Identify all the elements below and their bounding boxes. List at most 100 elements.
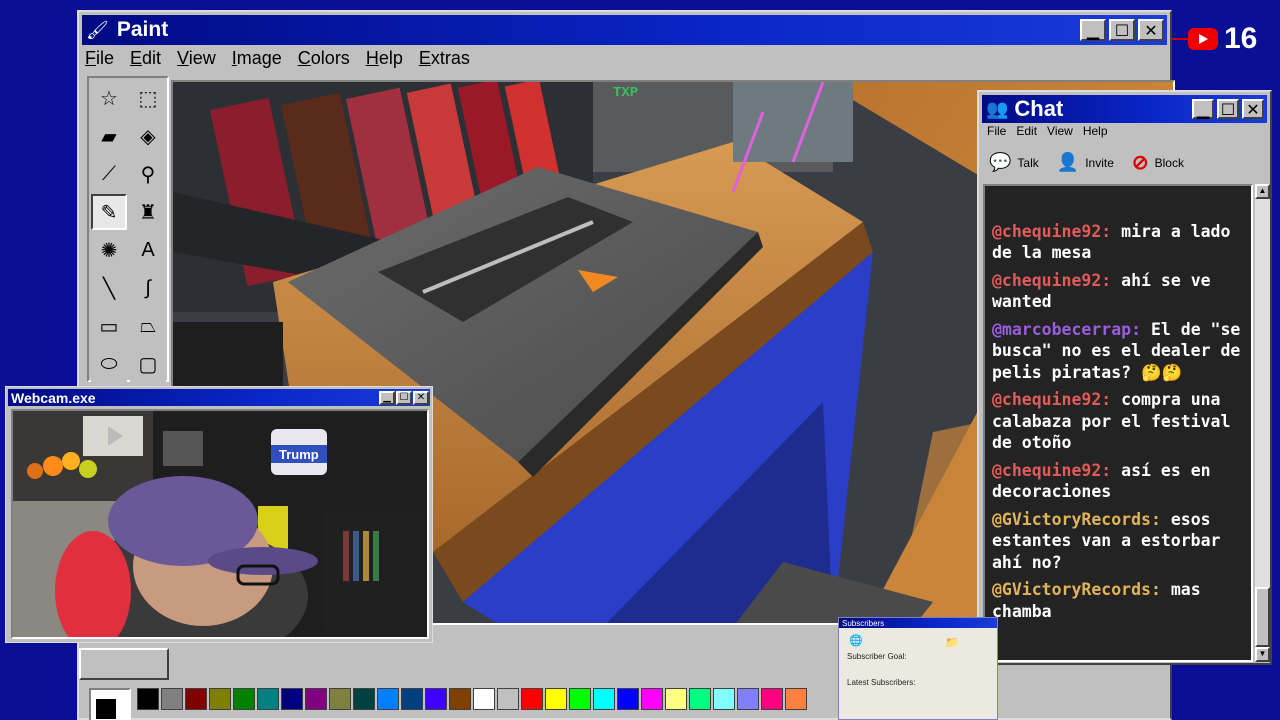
palette-swatch[interactable]: [521, 688, 543, 710]
tool-rect-select[interactable]: ⬚: [130, 80, 166, 116]
chat-message: @chequine92: compra una calabaza por el …: [985, 389, 1251, 454]
tool-magnifier[interactable]: ⚲: [130, 156, 166, 192]
badge-line: [1172, 38, 1188, 40]
palette-swatch[interactable]: [497, 688, 519, 710]
block-button[interactable]: ⊘ Block: [1132, 150, 1184, 175]
maximize-button[interactable]: ☐: [1109, 19, 1135, 41]
palette-swatch[interactable]: [449, 688, 471, 710]
palette-swatch[interactable]: [329, 688, 351, 710]
tool-pencil[interactable]: ✎: [91, 194, 127, 230]
chat-message: @marcobecerrap: El de "se busca" no es e…: [985, 319, 1251, 384]
chat-username[interactable]: @GVictoryRecords:: [992, 580, 1161, 599]
paint-titlebar[interactable]: 🖌 Paint ▁ ☐ ✕: [82, 15, 1167, 45]
menu-image[interactable]: Image: [232, 48, 282, 69]
chat-username[interactable]: @chequine92:: [992, 271, 1111, 290]
chat-username[interactable]: @chequine92:: [992, 390, 1111, 409]
chat-menu-file[interactable]: File: [987, 124, 1006, 138]
palette-swatch[interactable]: [473, 688, 495, 710]
palette-swatch[interactable]: [425, 688, 447, 710]
scroll-thumb[interactable]: [1255, 587, 1270, 647]
palette-swatch[interactable]: [737, 688, 759, 710]
close-button[interactable]: ✕: [1138, 19, 1164, 41]
palette-swatch[interactable]: [569, 688, 591, 710]
current-colors[interactable]: [89, 688, 131, 720]
maximize-icon: ☐: [1220, 99, 1236, 119]
palette-swatch[interactable]: [161, 688, 183, 710]
menu-edit[interactable]: Edit: [130, 48, 161, 69]
palette-swatch[interactable]: [401, 688, 423, 710]
menu-colors[interactable]: Colors: [298, 48, 350, 69]
tool-color-picker[interactable]: ⟋: [91, 156, 127, 192]
webcam-minimize-button[interactable]: ▁: [379, 390, 395, 405]
minimize-button[interactable]: ▁: [1080, 19, 1106, 41]
chat-scrollbar[interactable]: ▲ ▼: [1255, 184, 1270, 662]
palette-swatch[interactable]: [641, 688, 663, 710]
chat-username[interactable]: @marcobecerrap:: [992, 320, 1141, 339]
block-label: Block: [1154, 155, 1184, 170]
chat-username[interactable]: @GVictoryRecords:: [992, 510, 1161, 529]
tool-curve[interactable]: ∫: [130, 270, 166, 306]
line-icon: ╲: [102, 277, 116, 300]
chat-close-button[interactable]: ✕: [1242, 99, 1264, 119]
webcam-window: Webcam.exe ▁ ☐ ✕ Trump: [5, 386, 433, 643]
subscriber-goal-label: Subscriber Goal:: [847, 652, 907, 661]
palette-swatch[interactable]: [233, 688, 255, 710]
tool-brush[interactable]: ♜: [130, 194, 166, 230]
subscribers-widget: Subscribers 🌐 📁 Subscriber Goal: Latest …: [838, 617, 998, 720]
webcam-maximize-button[interactable]: ☐: [396, 390, 412, 405]
scroll-up-button[interactable]: ▲: [1255, 184, 1270, 199]
palette-swatch[interactable]: [689, 688, 711, 710]
maximize-icon: ☐: [399, 392, 409, 403]
fill-bucket-icon: ◈: [140, 125, 156, 148]
menu-file[interactable]: File: [85, 48, 114, 69]
palette-swatch[interactable]: [185, 688, 207, 710]
talk-button[interactable]: 💬 Talk: [989, 152, 1039, 173]
chat-menu-view[interactable]: View: [1047, 124, 1073, 138]
palette-swatch[interactable]: [617, 688, 639, 710]
palette-swatch[interactable]: [545, 688, 567, 710]
webcam-titlebar[interactable]: Webcam.exe ▁ ☐ ✕: [8, 389, 430, 406]
menu-extras[interactable]: Extras: [419, 48, 470, 69]
palette-swatch[interactable]: [665, 688, 687, 710]
scroll-down-button[interactable]: ▼: [1255, 647, 1270, 662]
webcam-close-button[interactable]: ✕: [413, 390, 429, 405]
palette-swatch[interactable]: [257, 688, 279, 710]
palette-swatch[interactable]: [377, 688, 399, 710]
tool-line[interactable]: ╲: [91, 270, 127, 306]
palette-swatch[interactable]: [593, 688, 615, 710]
paint-menubar: File Edit View Image Colors Help Extras: [85, 48, 470, 69]
invite-button[interactable]: 👤 Invite: [1057, 152, 1114, 173]
chat-username[interactable]: @chequine92:: [992, 222, 1111, 241]
tool-polygon[interactable]: ⏢: [130, 308, 166, 344]
palette-swatch[interactable]: [137, 688, 159, 710]
chat-username[interactable]: @chequine92:: [992, 461, 1111, 480]
palette-swatch[interactable]: [761, 688, 783, 710]
palette-swatch[interactable]: [305, 688, 327, 710]
palette-swatch[interactable]: [785, 688, 807, 710]
menu-help[interactable]: Help: [366, 48, 403, 69]
tool-rounded-rect[interactable]: ▢: [130, 346, 166, 382]
tool-free-select[interactable]: ☆: [91, 80, 127, 116]
subscribers-title: Subscribers: [842, 618, 885, 628]
tool-ellipse[interactable]: ⬭: [91, 346, 127, 382]
toolbox: ☆ ⬚ ▰ ◈ ⟋ ⚲ ✎ ♜ ✺ A ╲ ∫ ▭ ⏢ ⬭ ▢: [87, 76, 169, 382]
block-icon: ⊘: [1131, 152, 1149, 174]
tool-text[interactable]: A: [130, 232, 166, 268]
tool-eraser[interactable]: ▰: [91, 118, 127, 154]
chat-minimize-button[interactable]: ▁: [1192, 99, 1214, 119]
tool-rectangle[interactable]: ▭: [91, 308, 127, 344]
chat-menu-help[interactable]: Help: [1083, 124, 1108, 138]
tool-fill-bucket[interactable]: ◈: [130, 118, 166, 154]
chat-maximize-button[interactable]: ☐: [1217, 99, 1239, 119]
color-palette: [89, 688, 807, 720]
palette-swatch[interactable]: [281, 688, 303, 710]
palette-swatch[interactable]: [209, 688, 231, 710]
webcam-title: Webcam.exe: [11, 389, 96, 406]
chat-menu-edit[interactable]: Edit: [1016, 124, 1037, 138]
close-icon: ✕: [1246, 99, 1260, 119]
palette-swatch[interactable]: [713, 688, 735, 710]
palette-swatch[interactable]: [353, 688, 375, 710]
menu-view[interactable]: View: [177, 48, 216, 69]
tool-airbrush[interactable]: ✺: [91, 232, 127, 268]
chat-titlebar[interactable]: 👥 Chat ▁ ☐ ✕: [982, 95, 1267, 123]
